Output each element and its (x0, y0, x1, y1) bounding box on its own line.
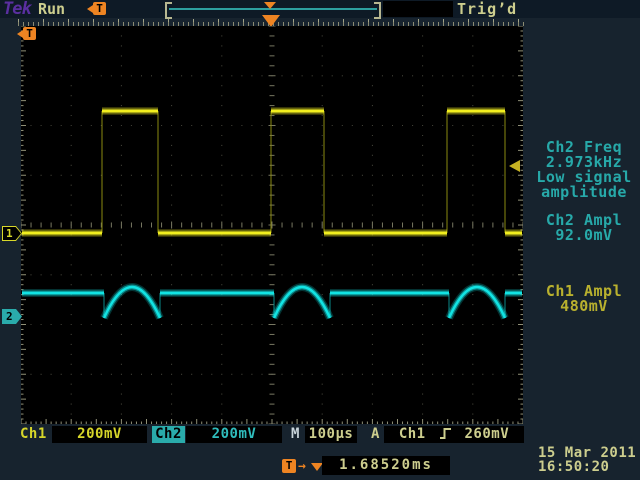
oscilloscope-display: Tek Run T Trig’d T 1 2 Ch2 Freq 2.973kHz… (0, 0, 640, 480)
low-signal-warning-line2: amplitude (528, 185, 640, 200)
trigger-status: Trig’d (457, 2, 517, 17)
trigger-time-marker-icon: T (23, 27, 36, 40)
trigger-marker-letter: T (96, 2, 103, 15)
trigger-settings-readout: Ch1 260mV (384, 426, 524, 443)
ch2-marker-number: 2 (6, 311, 13, 322)
trigger-source-value: Ch1 (399, 426, 426, 442)
top-status-bar: Tek Run T Trig’d (0, 0, 640, 18)
ch2-scale-readout: 200mV (186, 426, 282, 443)
ch1-ampl-value: 480mV (528, 299, 640, 314)
ch2-amplitude-readout: Ch2 Ampl 92.0mV (528, 213, 640, 243)
trigger-time-value: 1.68520ms (339, 457, 433, 473)
date-value: 15 Mar 2011 (538, 446, 636, 460)
acquisition-status: Run (38, 2, 65, 17)
ch1-amplitude-readout: Ch1 Ampl 480mV (528, 284, 640, 314)
ch1-scale-readout: 200mV (52, 426, 147, 443)
ch2-scale-value: 200mV (212, 426, 257, 442)
ch1-scale-value: 200mV (77, 426, 122, 442)
ch2-frequency-readout: Ch2 Freq 2.973kHz Low signal amplitude (528, 140, 640, 200)
rising-edge-icon (439, 427, 452, 440)
ch2-ampl-value: 92.0mV (528, 228, 640, 243)
trigger-marker-letter: T (26, 27, 33, 40)
trigger-level-value: 260mV (465, 426, 510, 442)
trigger-marker-letter: T (286, 459, 293, 472)
brand-logo: Tek (3, 1, 31, 18)
ch2-label: Ch2 (155, 426, 182, 442)
datetime-readout: 15 Mar 2011 16:50:20 (538, 446, 636, 474)
timebase-value: 100µs (309, 426, 354, 442)
trigger-marker-icon: T (93, 2, 106, 15)
ch2-label-badge: Ch2 (152, 426, 185, 443)
empty-readout-box (383, 1, 453, 17)
record-window-bracket-left-icon (165, 2, 172, 19)
trigger-position-in-record-icon (264, 2, 276, 9)
right-arrow-icon: → (298, 460, 306, 473)
ch1-label: Ch1 (20, 426, 47, 443)
timebase-label: M (291, 426, 300, 443)
ch2-ground-marker: 2 (2, 309, 22, 324)
waveform-graticule (21, 26, 523, 424)
ch1-marker-number: 1 (6, 228, 13, 239)
trigger-a-label: A (371, 426, 380, 443)
time-value: 16:50:20 (538, 460, 636, 474)
record-window-bracket-right-icon (374, 2, 381, 19)
trigger-time-footer-icon: T (282, 459, 296, 473)
timebase-readout: 100µs (305, 426, 357, 443)
trigger-time-readout: 1.68520ms (322, 456, 450, 475)
ch1-ground-marker: 1 (2, 226, 22, 241)
